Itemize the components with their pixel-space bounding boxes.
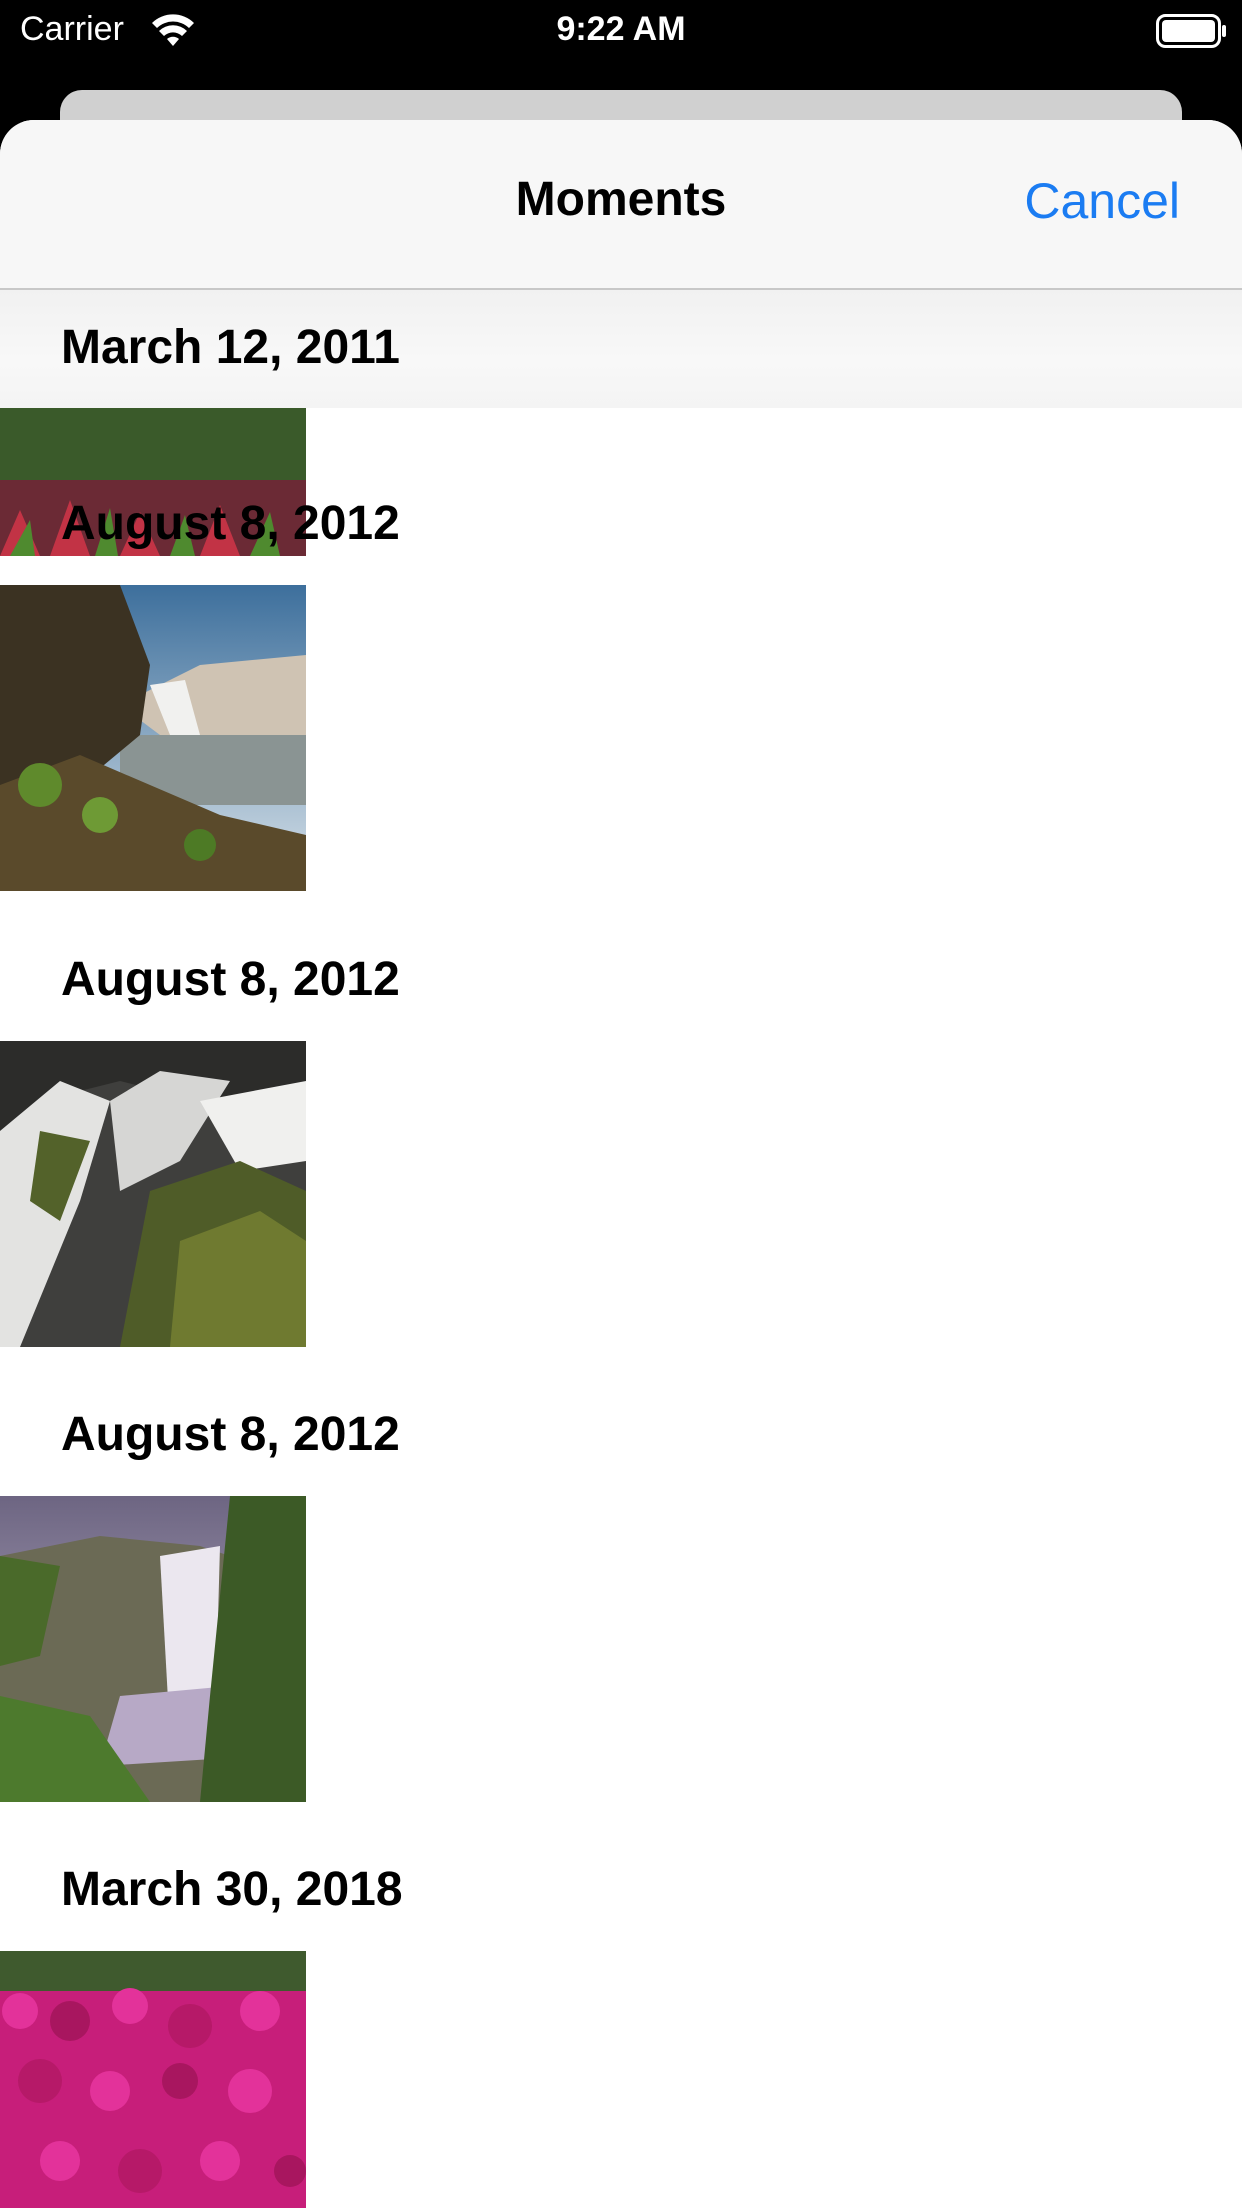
photo-thumbnail-waterfall-canyon[interactable]	[0, 1496, 306, 1802]
navigation-bar: Moments Cancel	[0, 120, 1242, 290]
section-date: August 8, 2012	[61, 953, 400, 1006]
section-date: August 8, 2012	[61, 497, 400, 550]
status-bar: Carrier 9:22 AM	[0, 0, 1242, 62]
cancel-button[interactable]: Cancel	[1024, 172, 1180, 230]
status-time: 9:22 AM	[556, 10, 686, 48]
section-date: August 8, 2012	[61, 1408, 400, 1461]
section-date: March 30, 2018	[61, 1863, 403, 1916]
sticky-section-header: March 12, 2011	[0, 290, 1242, 408]
battery-full-icon	[1156, 14, 1226, 48]
screen: Carrier 9:22 AM Moments Cancel March 12,…	[0, 0, 1242, 2208]
section-date: March 12, 2011	[61, 321, 400, 374]
moments-sheet: Moments Cancel March 12, 2011 August 8, …	[0, 120, 1242, 2208]
photo-thumbnail-magenta-flowers[interactable]	[0, 1951, 306, 2208]
photo-thumbnail-waterfall-rocks[interactable]	[0, 1041, 306, 1347]
photo-thumbnail-waterfall-cliff[interactable]	[0, 585, 306, 891]
